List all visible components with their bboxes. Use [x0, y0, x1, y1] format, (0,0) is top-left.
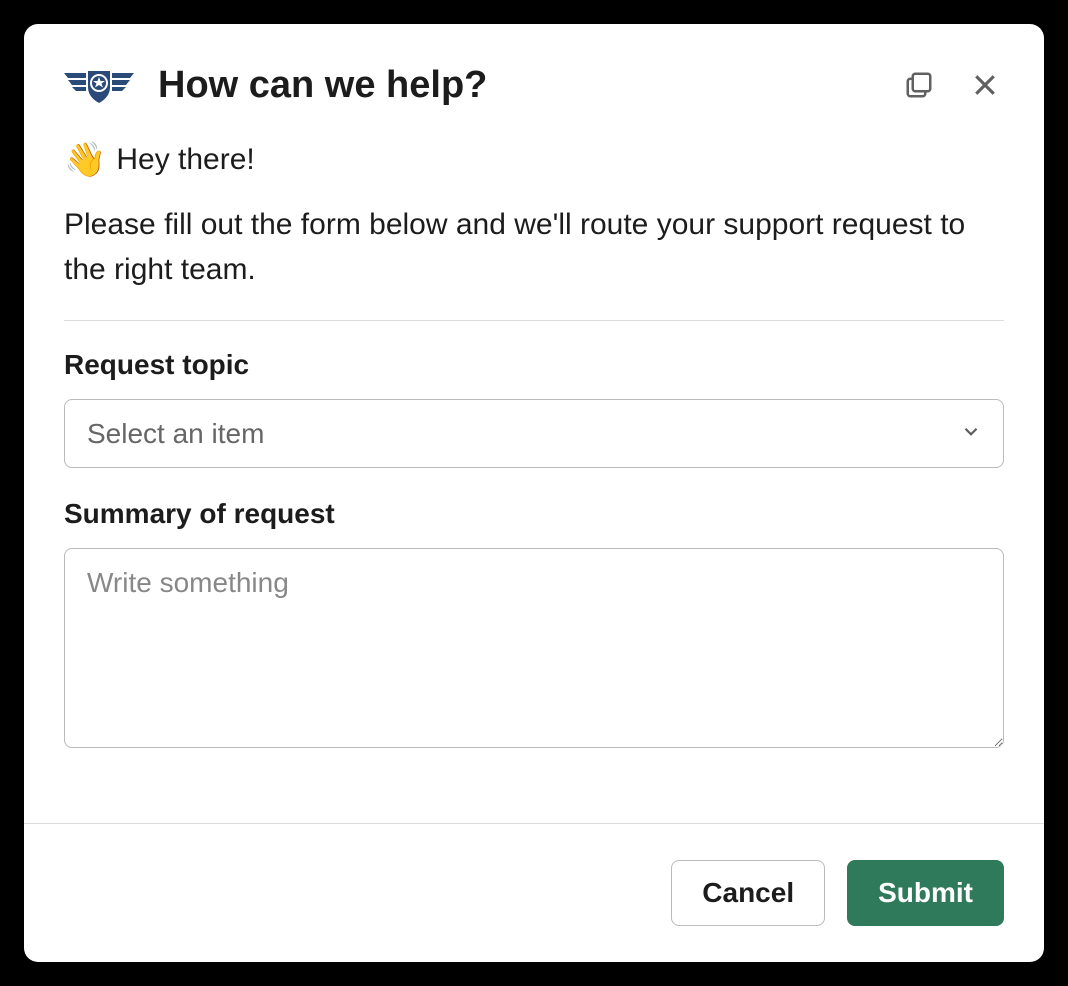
modal-footer: Cancel Submit	[24, 823, 1044, 962]
header-actions	[900, 66, 1004, 104]
modal-title: How can we help?	[158, 64, 876, 107]
divider	[64, 320, 1004, 321]
wave-emoji-icon: 👋	[64, 140, 106, 180]
greeting-text: Hey there!	[116, 143, 254, 177]
request-topic-select-wrapper: Select an item	[64, 399, 1004, 468]
modal-header: How can we help?	[24, 24, 1044, 130]
modal-body: 👋 Hey there! Please fill out the form be…	[24, 130, 1044, 823]
app-logo-icon	[64, 60, 134, 110]
request-topic-select[interactable]: Select an item	[64, 399, 1004, 468]
cancel-button[interactable]: Cancel	[671, 860, 825, 926]
close-icon	[970, 70, 1000, 100]
close-button[interactable]	[966, 66, 1004, 104]
new-window-button[interactable]	[900, 66, 938, 104]
request-topic-label: Request topic	[64, 349, 1004, 381]
support-modal: How can we help? 👋 Hey there! Please fil…	[24, 24, 1044, 962]
summary-label: Summary of request	[64, 498, 1004, 530]
summary-textarea[interactable]	[64, 548, 1004, 748]
submit-button[interactable]: Submit	[847, 860, 1004, 926]
instructions-text: Please fill out the form below and we'll…	[64, 202, 1004, 292]
greeting: 👋 Hey there!	[64, 140, 1004, 180]
new-window-icon	[904, 70, 934, 100]
